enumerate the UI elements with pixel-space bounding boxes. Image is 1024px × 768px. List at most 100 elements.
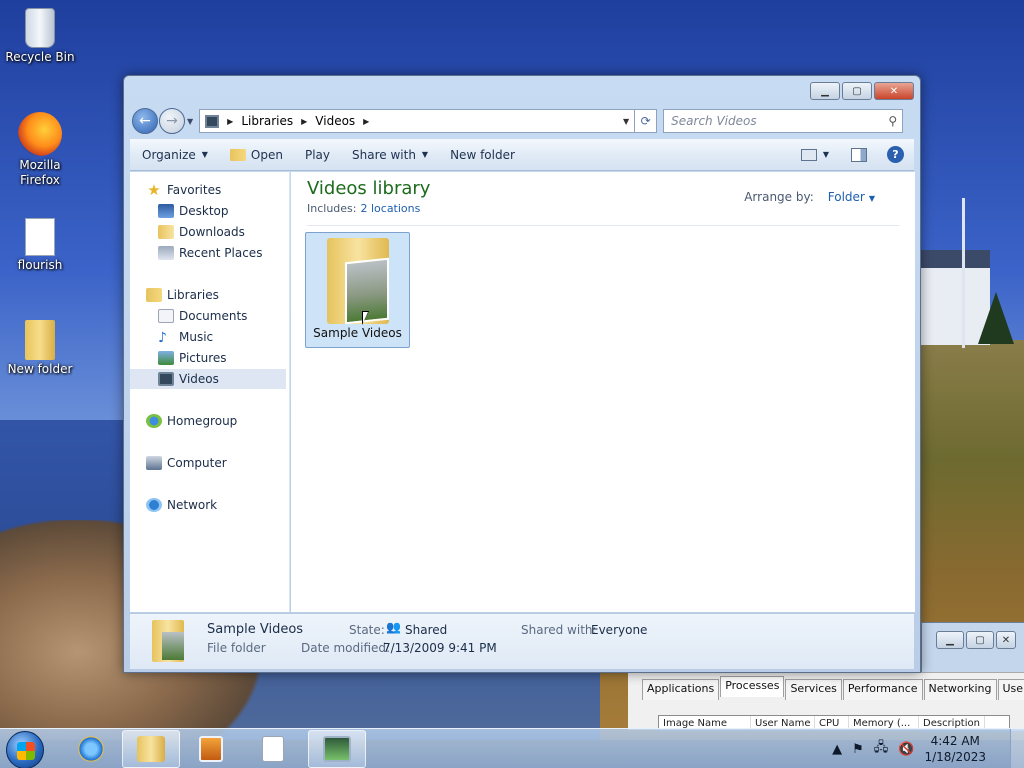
details-name: Sample Videos — [207, 622, 304, 637]
breadcrumb-chevron-icon[interactable]: ▶ — [363, 117, 369, 126]
folder-tile-sample-videos[interactable]: Sample Videos — [305, 232, 410, 348]
details-state-label: State: — [349, 623, 385, 637]
nav-network[interactable]: Network — [146, 495, 302, 515]
taskbar-internet-explorer[interactable] — [62, 730, 120, 768]
computer-icon — [146, 456, 162, 470]
downloads-folder-icon — [158, 225, 174, 239]
system-clock[interactable]: 4:42 AM 1/18/2023 — [924, 733, 986, 765]
start-button[interactable] — [6, 731, 44, 768]
new-folder-label: New folder — [450, 147, 515, 162]
tm-close-button[interactable]: ✕ — [996, 631, 1016, 649]
desktop-icon-flourish[interactable]: flourish — [0, 218, 80, 273]
details-date-label: Date modified: — [301, 641, 391, 655]
arrange-value: Folder — [827, 190, 865, 204]
forward-button[interactable]: → — [159, 108, 185, 134]
window-controls: ▁ ▢ ✕ — [808, 82, 914, 100]
nav-label: Favorites — [167, 183, 222, 197]
taskbar-document[interactable] — [244, 730, 302, 768]
mouse-pointer-icon — [362, 311, 369, 325]
play-button[interactable]: Play — [305, 148, 330, 162]
action-center-flag-icon[interactable]: ⚑ — [852, 742, 864, 757]
share-with-label: Share with — [352, 147, 416, 162]
organize-label: Organize — [142, 147, 196, 162]
includes-label: Includes: — [307, 202, 357, 215]
folder-icon — [152, 620, 184, 662]
music-note-icon: ♪ — [158, 330, 167, 346]
show-desktop-button[interactable] — [1010, 729, 1024, 768]
search-icon[interactable]: ⚲ — [888, 114, 897, 128]
nav-favorites[interactable]: ★ Favorites — [146, 180, 302, 200]
details-shared-label: Shared with: — [521, 623, 597, 637]
tab-performance[interactable]: Performance — [842, 679, 923, 700]
show-hidden-icons-icon[interactable]: ▲ — [832, 742, 842, 757]
new-folder-button[interactable]: New folder — [450, 148, 515, 162]
task-manager-tabs: Applications Processes Services Performa… — [642, 676, 1024, 700]
close-button[interactable]: ✕ — [874, 82, 914, 100]
tab-processes[interactable]: Processes — [720, 676, 785, 697]
desktop-icon-label: Mozilla Firefox — [19, 158, 61, 187]
tm-maximize-button[interactable]: ▢ — [966, 631, 994, 649]
minimize-button[interactable]: ▁ — [810, 82, 840, 100]
arrange-by-dropdown[interactable]: Folder ▼ — [828, 190, 875, 204]
wallpaper-flagpole — [962, 198, 965, 348]
taskbar: ▲ ⚑ 🖧 🔇 4:42 AM 1/18/2023 — [0, 728, 1024, 768]
breadcrumb-videos[interactable]: Videos — [315, 114, 355, 128]
network-icon — [146, 498, 162, 512]
tm-minimize-button[interactable]: ▁ — [936, 631, 964, 649]
recent-pages-dropdown[interactable]: ▼ — [187, 117, 193, 126]
nav-computer[interactable]: Computer — [146, 453, 302, 473]
breadcrumb-chevron-icon[interactable]: ▶ — [227, 117, 233, 126]
chevron-down-icon: ▼ — [868, 194, 875, 203]
volume-muted-icon[interactable]: 🔇 — [898, 742, 914, 757]
nav-videos[interactable]: Videos — [130, 369, 286, 389]
windows-logo-icon — [17, 742, 35, 760]
task-manager-icon — [323, 736, 351, 762]
pictures-icon — [158, 351, 174, 365]
nav-label: Music — [179, 330, 214, 344]
back-button[interactable]: ← — [132, 108, 158, 134]
locations-link[interactable]: 2 locations — [360, 202, 420, 215]
taskbar-windows-explorer[interactable] — [122, 730, 180, 768]
change-view-icon[interactable] — [800, 148, 817, 161]
film-strip-icon — [158, 372, 174, 386]
network-status-icon[interactable]: 🖧 — [874, 738, 889, 760]
tab-services[interactable]: Services — [785, 679, 842, 700]
open-button[interactable]: Open — [229, 148, 283, 162]
arrange-by: Arrange by: Folder ▼ — [744, 190, 875, 204]
videos-library-icon — [205, 114, 220, 128]
share-with-button[interactable]: Share with ▼ — [352, 148, 428, 162]
arrange-label: Arrange by: — [744, 190, 814, 204]
recycle-bin-icon — [25, 8, 55, 48]
taskbar-task-manager[interactable] — [308, 730, 366, 768]
desktop-icon-label: flourish — [17, 258, 63, 272]
breadcrumb-libraries[interactable]: Libraries — [241, 114, 293, 128]
nav-label: Videos — [179, 372, 219, 386]
desktop-icon-firefox[interactable]: Mozilla Firefox — [0, 112, 80, 188]
address-dropdown-icon[interactable]: ▼ — [623, 117, 629, 126]
desktop-icon-new-folder[interactable]: New folder — [0, 320, 80, 377]
details-pane: Sample Videos File folder State: 👥 Share… — [130, 613, 914, 669]
breadcrumb-chevron-icon[interactable]: ▶ — [301, 117, 307, 126]
search-input[interactable]: Search Videos ⚲ — [663, 109, 904, 133]
tab-users[interactable]: Users — [997, 679, 1024, 700]
nav-libraries[interactable]: Libraries — [146, 285, 302, 305]
details-shared-value: Everyone — [591, 623, 648, 637]
help-icon[interactable]: ? — [887, 146, 904, 163]
chevron-down-icon: ▼ — [201, 150, 208, 159]
nav-label: Homegroup — [167, 414, 238, 428]
navigation-pane: ★ Favorites Desktop Downloads Recent Pla… — [130, 172, 290, 612]
organize-button[interactable]: Organize ▼ — [142, 148, 208, 162]
nav-label: Computer — [167, 456, 227, 470]
maximize-button[interactable]: ▢ — [842, 82, 872, 100]
nav-homegroup[interactable]: Homegroup — [146, 411, 302, 431]
tab-networking[interactable]: Networking — [923, 679, 997, 700]
taskbar-media-player[interactable] — [182, 730, 240, 768]
preview-pane-icon[interactable] — [851, 147, 867, 162]
desktop-icon-label: Recycle Bin — [5, 50, 75, 64]
refresh-button[interactable]: ⟳ — [635, 109, 658, 133]
view-options-chevron-icon[interactable]: ▼ — [823, 150, 829, 159]
desktop-icon-recycle-bin[interactable]: Recycle Bin — [0, 8, 80, 65]
address-bar[interactable]: ▶ Libraries ▶ Videos ▶ ▼ — [199, 109, 636, 133]
tab-applications[interactable]: Applications — [642, 679, 720, 700]
nav-label: Desktop — [179, 204, 229, 218]
